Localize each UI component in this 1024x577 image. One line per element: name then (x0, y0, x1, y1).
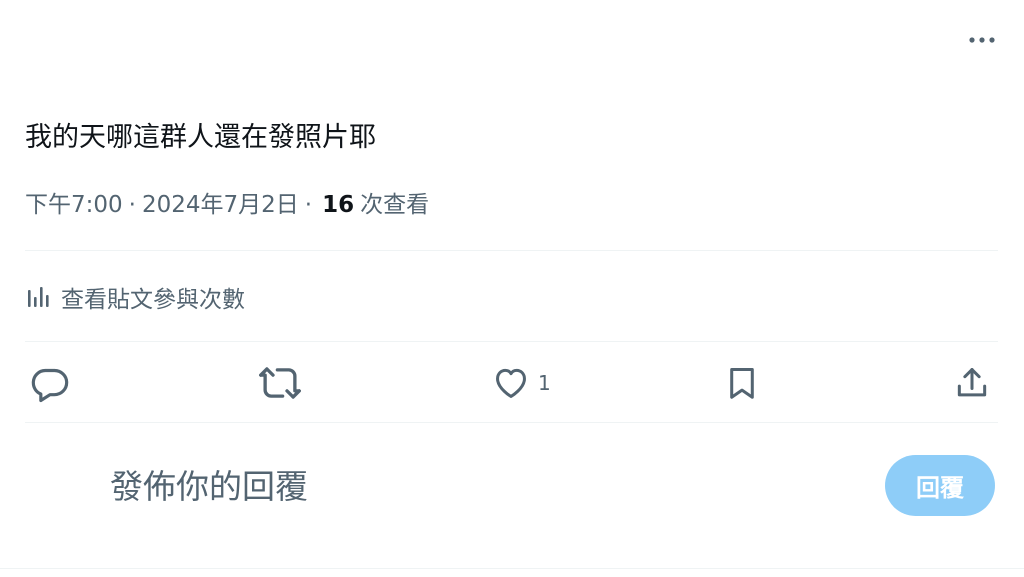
more-options-button[interactable] (966, 24, 998, 56)
tweet-time[interactable]: 下午7:00 (25, 190, 123, 220)
share-button[interactable] (953, 360, 991, 406)
tweet-detail: 我的天哪這群人還在發照片耶 下午7:00 · 2024年7月2日 · 16 次查… (0, 0, 1024, 577)
tweet-date[interactable]: 2024年7月2日 (142, 190, 299, 220)
meta-separator: · (128, 192, 136, 218)
reply-icon (31, 368, 69, 403)
heart-icon (496, 368, 526, 398)
divider (25, 250, 998, 251)
tweet-meta: 下午7:00 · 2024年7月2日 · 16 次查看 (25, 190, 429, 220)
tweet-actions: 1 (0, 360, 1024, 406)
divider (25, 341, 998, 342)
view-engagements-label: 查看貼文參與次數 (61, 287, 245, 313)
reply-button[interactable] (30, 360, 70, 406)
like-button[interactable]: 1 (492, 360, 551, 406)
more-horizontal-icon (969, 37, 995, 43)
views-label: 次查看 (360, 192, 430, 218)
views-count: 16 (322, 192, 355, 218)
reply-input[interactable] (110, 462, 810, 510)
divider (0, 568, 1024, 569)
retweet-icon (259, 367, 301, 399)
analytics-icon (28, 287, 49, 307)
view-engagements-link[interactable]: 查看貼文參與次數 (25, 280, 245, 314)
bookmark-button[interactable] (723, 360, 761, 406)
like-count: 1 (538, 371, 551, 395)
tweet-text: 我的天哪這群人還在發照片耶 (25, 122, 376, 153)
share-icon (957, 368, 987, 397)
bookmark-icon (730, 368, 754, 399)
reply-submit-button[interactable]: 回覆 (885, 455, 995, 516)
meta-separator: · (304, 192, 313, 218)
divider (25, 422, 998, 423)
retweet-button[interactable] (259, 360, 301, 406)
